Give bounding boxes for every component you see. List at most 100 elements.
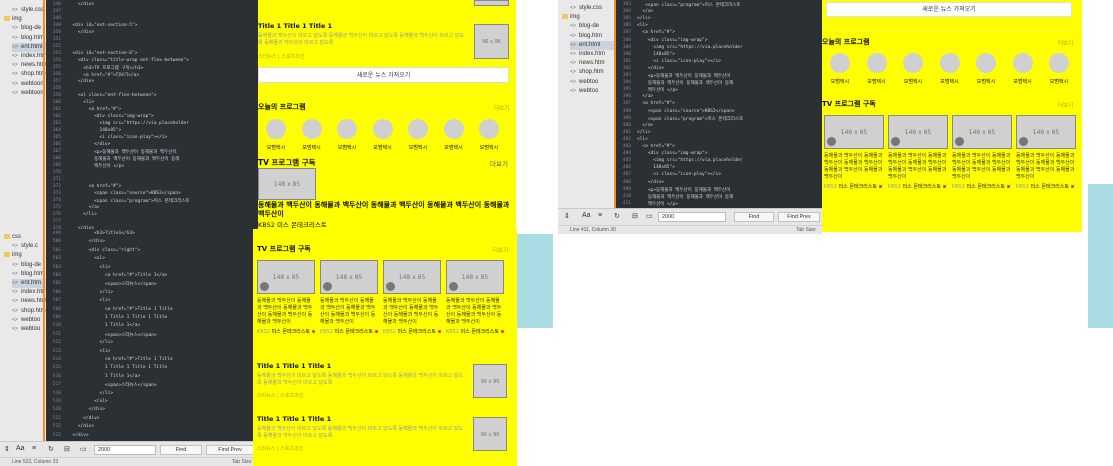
code-line[interactable]: <a href="#">: [67, 107, 122, 112]
file-tree-item[interactable]: <> ent.html: [570, 40, 614, 50]
program-label[interactable]: 모범택시: [369, 144, 397, 151]
tv-card-source-row[interactable]: KBS2 미스 몬테크리스토: [952, 183, 1010, 190]
tv-more-link[interactable]: 더보기: [1058, 101, 1073, 109]
tv-card-source-row[interactable]: KBS2 미스 몬테크리스토: [258, 219, 327, 229]
code-line[interactable]: <a href="#">더보기</a>: [67, 72, 139, 78]
code-line[interactable]: </li>: [67, 340, 114, 345]
code-line[interactable]: 148x85">: [637, 165, 675, 170]
file-tree-item[interactable]: css: [4, 233, 46, 242]
code-line[interactable]: <img src="https://via.placeholder: [637, 45, 742, 50]
wrap-toggle-icon[interactable]: ↻: [614, 212, 620, 220]
program-label[interactable]: 모범택시: [298, 144, 326, 151]
tv-card-source-row[interactable]: KBS2 미스 몬테크리스토: [888, 183, 946, 190]
code-line[interactable]: </div>: [637, 180, 664, 185]
code-line[interactable]: 백두산이 </p>: [67, 163, 124, 169]
program-label[interactable]: 모범택시: [404, 144, 432, 151]
code-line[interactable]: <h3>Title1</h3>: [67, 231, 135, 236]
code-line[interactable]: <span class="source">KBS2</span>: [67, 191, 181, 196]
tv-card-desc[interactable]: 동해물과 백두산이 동해물과 백두산이 동해물과 백두산이 동해물과 백두산이 …: [383, 298, 441, 326]
tv-card-desc[interactable]: 동해물과 백두산이 동해물과 백두산이 동해물과 백두산이 동해물과 백두산이 …: [258, 201, 513, 219]
code-line[interactable]: </div>: [67, 2, 94, 7]
code-line[interactable]: <a href="#">Title 1</a>: [67, 273, 167, 278]
code-line[interactable]: 1 Title 1</a>: [67, 374, 140, 379]
code-line[interactable]: <a href="#">Title 1 Title: [67, 357, 173, 362]
program-avatar[interactable]: [830, 53, 850, 73]
file-tree-item[interactable]: <> shop.htm: [570, 68, 614, 77]
file-tree-item[interactable]: <> ent.html: [12, 42, 46, 52]
find-button[interactable]: Find: [734, 212, 774, 222]
file-tree-item[interactable]: <> index.htm: [12, 52, 46, 61]
code-line[interactable]: <div class="img-wrap">: [637, 151, 708, 156]
program-avatar[interactable]: [479, 119, 499, 139]
code-line[interactable]: </div>: [67, 239, 105, 244]
file-tree-item[interactable]: <> webtoon: [12, 89, 46, 98]
file-tree-item[interactable]: <> blog-de: [12, 261, 46, 270]
code-line[interactable]: </div>: [637, 66, 664, 71]
file-tree-item[interactable]: <> blog-de: [570, 22, 614, 31]
code-line[interactable]: </a>: [637, 9, 653, 14]
code-line[interactable]: 1 Title 1</a>: [67, 323, 140, 328]
play-icon[interactable]: [449, 282, 458, 291]
tv-card-source-row[interactable]: KBS2 미스 몬테크리스토: [446, 328, 504, 335]
code-line[interactable]: </div>: [67, 142, 110, 147]
code-line[interactable]: </div>: [67, 30, 94, 35]
code-line[interactable]: 1 Title 1 Title 1 Title: [67, 315, 167, 320]
program-avatar[interactable]: [337, 119, 357, 139]
play-icon[interactable]: [386, 282, 395, 291]
wrap-toggle-icon[interactable]: ↻: [48, 445, 54, 453]
code-line[interactable]: <li>: [637, 137, 648, 142]
code-line[interactable]: <span>스타뉴스</span>: [67, 332, 157, 338]
code-line[interactable]: <li>: [67, 265, 111, 270]
tv-card-source-row[interactable]: KBS2 미스 몬테크리스토: [1016, 183, 1074, 190]
play-icon[interactable]: [260, 282, 269, 291]
selection-toggle-icon[interactable]: ⊟: [632, 212, 638, 220]
code-line[interactable]: 백두산이 </p>: [637, 201, 678, 207]
code-line[interactable]: 백두산이 </p>: [637, 87, 678, 93]
code-line[interactable]: <p>동해물과 백두산이 동해물과 백두산이: [67, 149, 177, 155]
code-line[interactable]: <img src="https://via.placeholder: [637, 158, 742, 163]
file-tree-item[interactable]: <> index.htm: [570, 50, 614, 59]
play-icon[interactable]: [891, 137, 900, 146]
code-line[interactable]: <div id="ent-section-5">: [67, 23, 137, 28]
program-label[interactable]: 모범택시: [475, 144, 503, 151]
program-avatar[interactable]: [408, 119, 428, 139]
code-line[interactable]: <i class="icon-play"></i>: [637, 172, 721, 177]
code-line[interactable]: </div>: [67, 407, 105, 412]
code-line[interactable]: </li>: [67, 391, 114, 396]
program-label[interactable]: 모범택시: [936, 78, 964, 85]
file-tree-item[interactable]: <> blog.htm: [570, 32, 614, 41]
code-line[interactable]: </div>: [67, 433, 88, 438]
code-line[interactable]: </div>: [67, 416, 99, 421]
code-line[interactable]: <span class="program">미스 몬테크리스토: [67, 198, 189, 204]
tv-card-desc[interactable]: 동해물과 백두산이 동해물과 백두산이 동해물과 백두산이 동해물과 백두산이 …: [446, 298, 504, 326]
program-avatar[interactable]: [976, 53, 996, 73]
program-avatar[interactable]: [301, 119, 322, 139]
word-toggle-icon[interactable]: ≡: [598, 212, 602, 219]
play-icon[interactable]: [955, 137, 964, 146]
play-icon[interactable]: [827, 137, 836, 146]
tv-more-link[interactable]: 더보기: [490, 158, 508, 168]
tab-size[interactable]: Tab Size:: [796, 227, 817, 233]
tv-card-desc[interactable]: 동해물과 백두산이 동해물과 백두산이 동해물과 백두산이 동해물과 백두산이 …: [320, 298, 378, 326]
program-label[interactable]: 모범택시: [826, 78, 854, 85]
code-line[interactable]: <ul class="ent-flex-between">: [67, 93, 157, 98]
tv-card-source-row[interactable]: KBS2 미스 몬테크리스토: [383, 328, 441, 335]
tv-thumbnail[interactable]: 148 x 85: [258, 168, 316, 200]
tab-size[interactable]: Tab Size:: [232, 459, 253, 465]
code-line[interactable]: <img src="https://via.placeholder: [67, 121, 189, 126]
file-tree-item[interactable]: <> blog.htm: [12, 34, 46, 43]
code-line[interactable]: <a href="#">: [637, 101, 675, 106]
find-input[interactable]: 2000: [94, 445, 156, 455]
code-line[interactable]: </a>: [67, 205, 100, 210]
code-line[interactable]: <i class="icon-play"></i>: [67, 135, 168, 140]
find-prev-button[interactable]: Find Prev: [778, 212, 820, 222]
tv-card-desc[interactable]: 동해물과 백두산이 동해물과 백두산이 동해물과 백두산이 동해물과 백두산이 …: [1016, 153, 1076, 181]
highlight-toggle-icon[interactable]: ▭: [646, 212, 653, 220]
program-label[interactable]: 모범택시: [440, 144, 468, 151]
code-line[interactable]: <div class="right">: [67, 248, 140, 253]
word-toggle-icon[interactable]: ≡: [32, 445, 36, 452]
file-tree-item[interactable]: img: [562, 13, 614, 22]
file-tree-item[interactable]: <> ent.htm: [12, 279, 46, 288]
case-toggle-icon[interactable]: Aa: [582, 212, 591, 219]
code-line[interactable]: </a>: [637, 94, 653, 99]
